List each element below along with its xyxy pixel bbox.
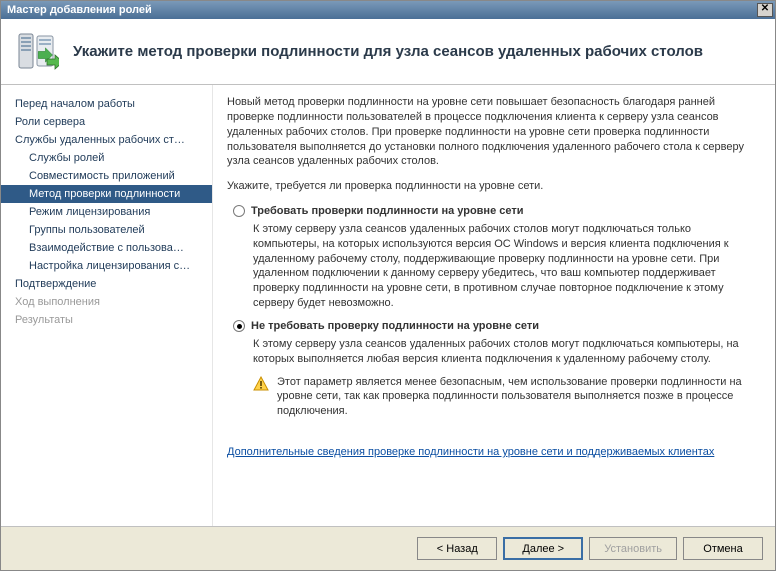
sidebar-item-9[interactable]: Настройка лицензирования с… [1,257,212,275]
wizard-header: Укажите метод проверки подлинности для у… [1,19,775,85]
sidebar-item-2[interactable]: Службы удаленных рабочих ст… [1,131,212,149]
page-title: Укажите метод проверки подлинности для у… [73,43,703,60]
wizard-steps-sidebar: Перед началом работыРоли сервераСлужбы у… [1,85,213,526]
sidebar-item-6[interactable]: Режим лицензирования [1,203,212,221]
cancel-button[interactable]: Отмена [683,537,763,560]
sidebar-item-0[interactable]: Перед началом работы [1,95,212,113]
sidebar-item-7[interactable]: Группы пользователей [1,221,212,239]
sidebar-item-4[interactable]: Совместимость приложений [1,167,212,185]
option-require-label: Требовать проверки подлинности на уровне… [251,204,524,219]
sidebar-item-8[interactable]: Взаимодействие с пользова… [1,239,212,257]
sidebar-item-12: Результаты [1,311,212,329]
option-require-nla[interactable]: Требовать проверки подлинности на уровне… [233,204,755,311]
sidebar-item-10[interactable]: Подтверждение [1,275,212,293]
intro-text: Новый метод проверки подлинности на уров… [227,95,755,169]
next-button[interactable]: Далее > [503,537,583,560]
content-area: Новый метод проверки подлинности на уров… [213,85,775,526]
radio-norequire-nla[interactable] [233,320,245,332]
wizard-footer: < Назад Далее > Установить Отмена [1,526,775,570]
sidebar-item-5[interactable]: Метод проверки подлинности [1,185,212,203]
warning-text: Этот параметр является менее безопасным,… [277,375,755,420]
sidebar-item-1[interactable]: Роли сервера [1,113,212,131]
option-norequire-nla[interactable]: Не требовать проверку подлинности на уро… [233,319,755,419]
back-button[interactable]: < Назад [417,537,497,560]
sidebar-item-3[interactable]: Службы ролей [1,149,212,167]
window-title: Мастер добавления ролей [7,4,152,16]
close-icon[interactable]: ✕ [757,3,773,17]
sidebar-item-11: Ход выполнения [1,293,212,311]
prompt-text: Укажите, требуется ли проверка подлиннос… [227,179,755,194]
titlebar: Мастер добавления ролей ✕ [1,1,775,19]
option-require-desc: К этому серверу узла сеансов удаленных р… [253,222,755,311]
radio-require-nla[interactable] [233,205,245,217]
install-button: Установить [589,537,677,560]
warning-icon [253,376,269,392]
option-norequire-label: Не требовать проверку подлинности на уро… [251,319,539,334]
option-norequire-desc: К этому серверу узла сеансов удаленных р… [253,337,755,367]
server-role-icon [15,30,59,74]
more-info-link[interactable]: Дополнительные сведения проверке подлинн… [227,445,714,460]
